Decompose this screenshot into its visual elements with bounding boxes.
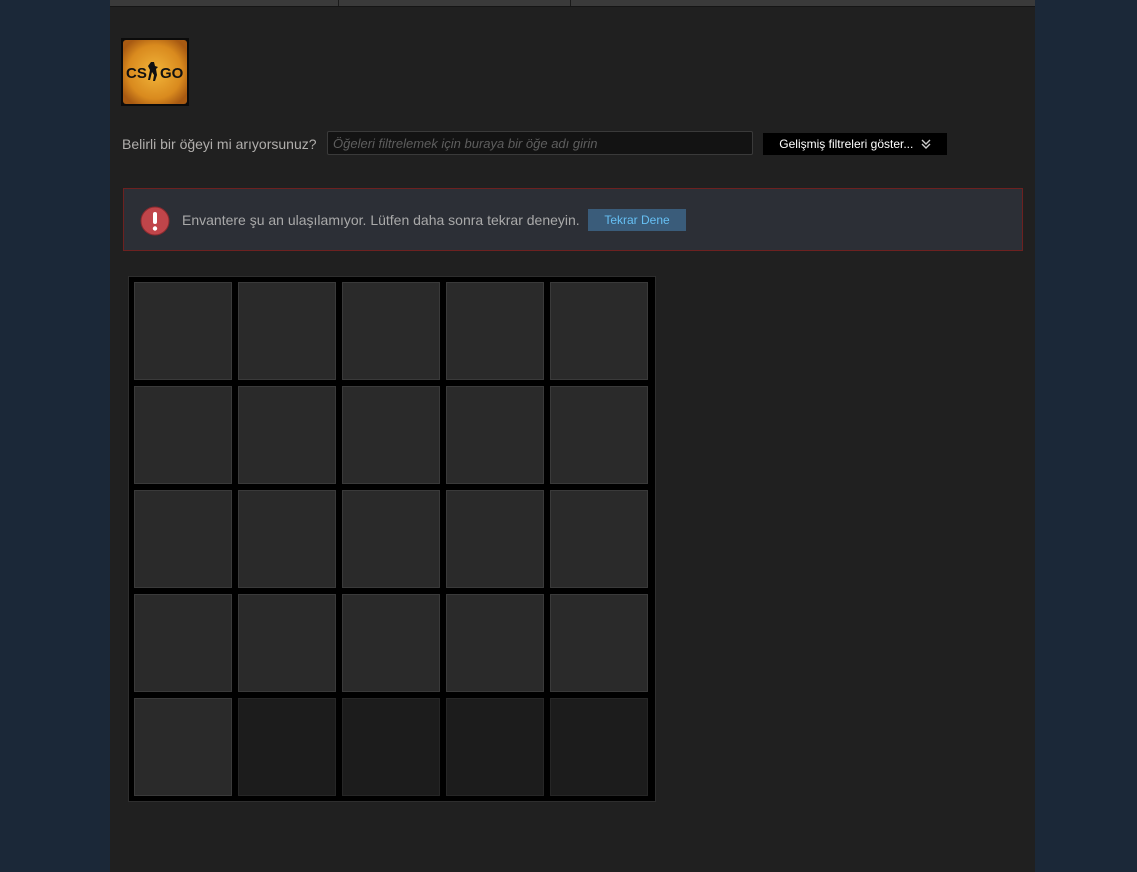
inventory-slot[interactable]	[550, 698, 648, 796]
inventory-slot[interactable]	[550, 594, 648, 692]
inventory-slot[interactable]	[342, 594, 440, 692]
inventory-slot[interactable]	[238, 282, 336, 380]
exclamation-icon	[140, 206, 170, 236]
csgo-logo-icon[interactable]: CS GO	[121, 38, 189, 106]
inventory-slot[interactable]	[550, 490, 648, 588]
retry-button[interactable]: Tekrar Dene	[588, 209, 686, 231]
inventory-slot[interactable]	[238, 386, 336, 484]
svg-text:CS: CS	[126, 65, 147, 82]
top-tab-bar	[110, 0, 1035, 7]
inventory-slot[interactable]	[238, 490, 336, 588]
item-filter-input[interactable]	[327, 131, 753, 155]
inventory-slot[interactable]	[446, 282, 544, 380]
inventory-slot[interactable]	[134, 490, 232, 588]
inventory-slot[interactable]	[446, 386, 544, 484]
inventory-grid	[128, 276, 656, 802]
double-chevron-down-icon	[921, 134, 931, 156]
inventory-slot[interactable]	[446, 594, 544, 692]
inventory-slot[interactable]	[134, 386, 232, 484]
inventory-slot[interactable]	[446, 698, 544, 796]
inventory-slot[interactable]	[342, 386, 440, 484]
inventory-slot[interactable]	[446, 490, 544, 588]
filter-label: Belirli bir öğeyi mi arıyorsunuz?	[122, 136, 317, 152]
inventory-slot[interactable]	[550, 282, 648, 380]
advanced-filters-button[interactable]: Gelişmiş filtreleri göster...	[763, 133, 947, 155]
advanced-filters-label: Gelişmiş filtreleri göster...	[779, 137, 914, 151]
inventory-slot[interactable]	[342, 698, 440, 796]
inventory-slot[interactable]	[238, 698, 336, 796]
inventory-slot[interactable]	[134, 282, 232, 380]
inventory-slot[interactable]	[238, 594, 336, 692]
inventory-slot[interactable]	[134, 594, 232, 692]
inventory-slot[interactable]	[342, 282, 440, 380]
top-tab-3[interactable]	[571, 0, 1034, 6]
svg-text:GO: GO	[160, 65, 184, 82]
inventory-slot[interactable]	[134, 698, 232, 796]
error-message: Envantere şu an ulaşılamıyor. Lütfen dah…	[182, 212, 580, 228]
inventory-page: CS GO Belirli bir öğeyi mi arıyorsunuz? …	[110, 0, 1035, 872]
top-tab-2[interactable]	[339, 0, 571, 6]
inventory-error-banner: Envantere şu an ulaşılamıyor. Lütfen dah…	[123, 188, 1023, 251]
top-tab-1[interactable]	[110, 0, 339, 6]
inventory-slot[interactable]	[550, 386, 648, 484]
inventory-slot[interactable]	[342, 490, 440, 588]
